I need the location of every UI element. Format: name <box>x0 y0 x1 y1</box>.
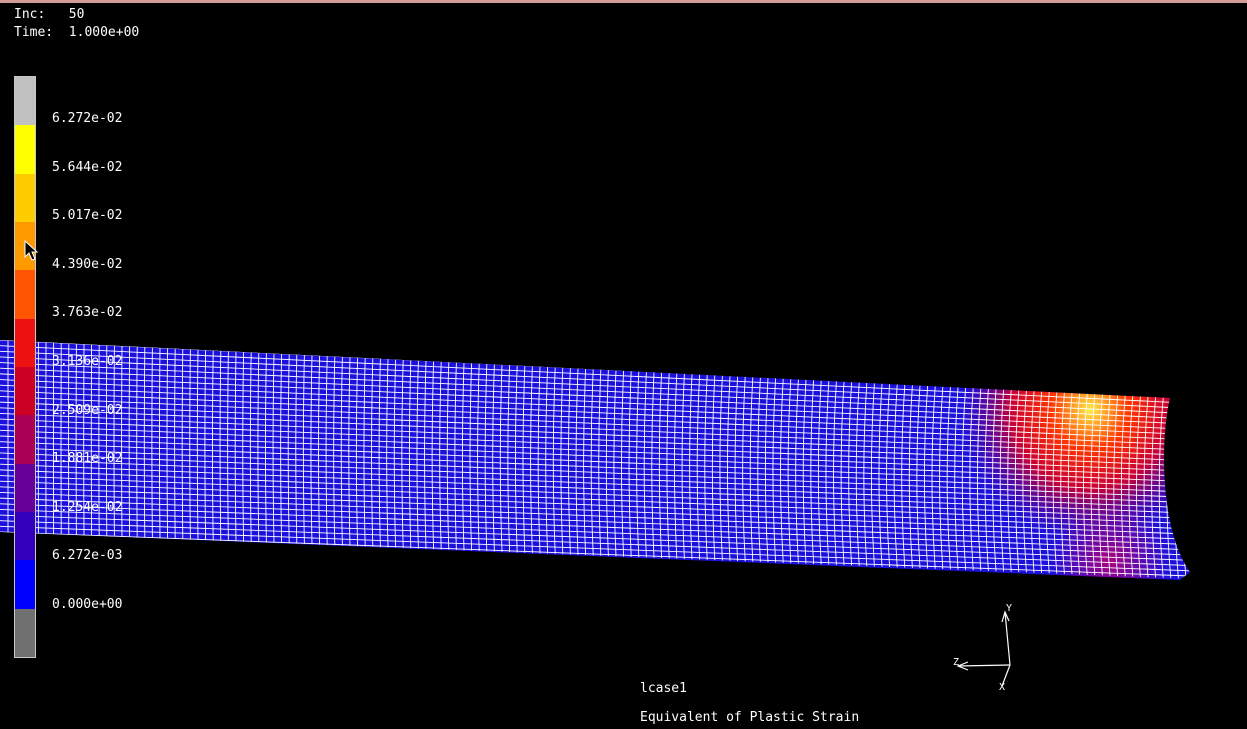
legend-swatch <box>15 415 35 465</box>
legend-swatch <box>15 125 35 175</box>
legend-swatch <box>15 173 35 223</box>
axis-triad <box>956 610 1011 687</box>
mouse-pointer-icon <box>24 240 38 261</box>
legend-swatch <box>15 367 35 416</box>
legend-label: 3.763e-02 <box>52 305 123 321</box>
legend-swatch <box>15 608 35 658</box>
legend-swatch <box>15 560 35 610</box>
legend-label: 5.017e-02 <box>52 208 123 224</box>
legend-label: 0.000e+00 <box>52 597 123 612</box>
legend-label: 1.254e-02 <box>52 499 123 515</box>
legend-label: 2.509e-02 <box>52 402 123 418</box>
legend-swatch <box>15 512 35 561</box>
legend-swatch <box>15 463 35 513</box>
legend-label: 5.644e-02 <box>52 159 123 175</box>
legend-swatch <box>15 318 35 368</box>
legend-swatch <box>15 77 35 126</box>
legend-swatch <box>15 270 35 320</box>
legend-label: 3.136e-02 <box>52 354 123 369</box>
y-axis-label: Y <box>1006 603 1012 614</box>
model-viewport[interactable]: Y Z X <box>0 0 1247 729</box>
legend-label: 6.272e-02 <box>52 111 123 126</box>
color-legend-bar <box>14 76 36 658</box>
z-axis-label: Z <box>953 657 959 668</box>
x-axis-label: X <box>999 682 1005 693</box>
load-case-label: lcase1 <box>640 681 687 696</box>
result-title: Equivalent of Plastic Strain <box>640 710 860 725</box>
legend-label: 4.390e-02 <box>52 256 123 272</box>
tube-mesh[interactable] <box>0 330 1220 600</box>
legend-label: 1.881e-02 <box>52 451 123 467</box>
legend-label: 6.272e-03 <box>52 548 123 564</box>
